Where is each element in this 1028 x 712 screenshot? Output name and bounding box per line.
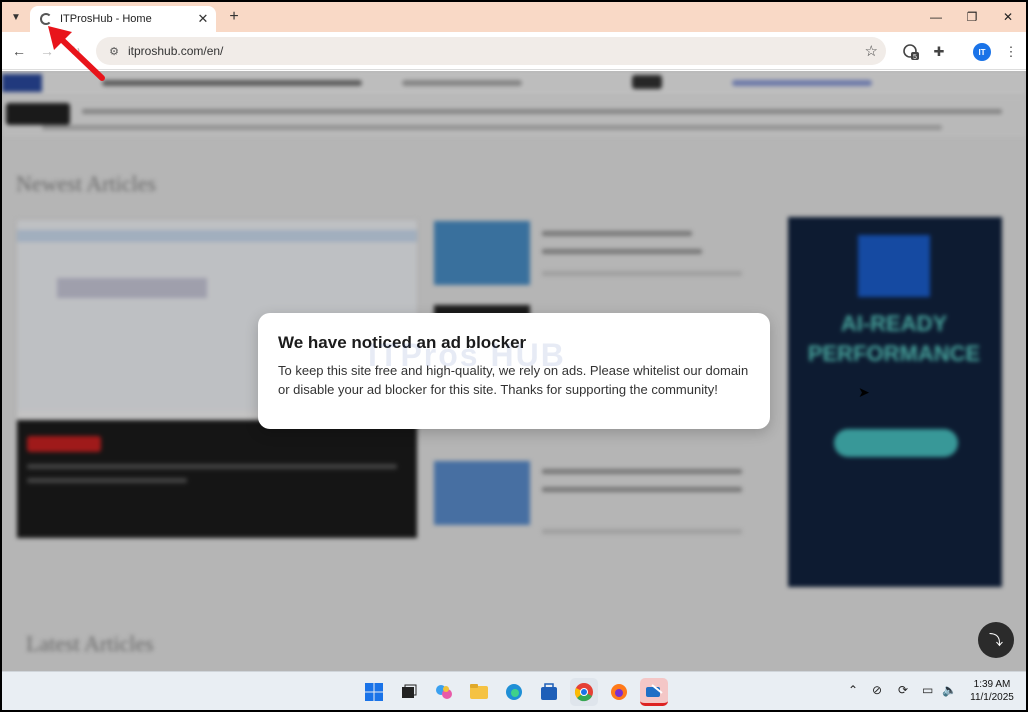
store-button[interactable] xyxy=(535,678,563,706)
chevron-down-icon: ▼ xyxy=(11,11,21,23)
firefox-icon xyxy=(611,684,627,700)
windows-logo-icon xyxy=(365,683,383,701)
edge-icon xyxy=(506,684,522,700)
snipping-tool-icon xyxy=(646,683,663,697)
snipping-tool-button[interactable] xyxy=(640,678,668,706)
store-icon xyxy=(541,683,557,700)
extension-badge-icon: 5 xyxy=(903,44,919,61)
network-off-icon[interactable]: ⊘ xyxy=(872,683,882,697)
windows-taskbar: ⌃ ⊘ ⟳ ▭ 🔈 1:39 AM 11/1/2025 xyxy=(2,671,1026,710)
annotation-arrow-icon xyxy=(48,26,105,81)
chevron-up-icon[interactable]: ⌃ xyxy=(848,683,858,697)
chrome-button[interactable] xyxy=(570,678,598,706)
kebab-menu-icon: ⋮ xyxy=(1004,44,1018,59)
puzzle-icon: ✚ xyxy=(933,44,945,59)
scroll-button[interactable]: ⤵ xyxy=(978,622,1014,658)
start-button[interactable] xyxy=(360,678,388,706)
task-view-icon xyxy=(402,684,417,698)
extension-badge-count: 5 xyxy=(913,54,917,61)
copilot-button[interactable] xyxy=(430,678,458,706)
restore-button[interactable]: ❐ xyxy=(954,2,990,32)
watermark-logo: ITPros HUB xyxy=(368,337,566,373)
speaker-icon[interactable]: 🔈 xyxy=(942,683,957,697)
system-clock[interactable]: 1:39 AM 11/1/2025 xyxy=(962,678,1022,704)
url-text: itproshub.com/en/ xyxy=(128,44,224,58)
plus-icon: + xyxy=(229,8,239,25)
copilot-icon xyxy=(436,685,452,699)
scroll-icon: ⤵ xyxy=(989,632,1003,648)
profile-avatar[interactable]: IT xyxy=(973,43,991,61)
ad-blocker-modal: ITPros HUB We have noticed an ad blocker… xyxy=(258,313,770,429)
tab-search-button[interactable]: ▼ xyxy=(6,7,26,27)
browser-toolbar: ← → ↻ ⚙ itproshub.com/en/ ☆ 5 ✚ IT ⋮ xyxy=(2,32,1026,70)
clock-date: 11/1/2025 xyxy=(970,692,1014,703)
arrow-left-icon: ← xyxy=(12,43,26,59)
close-window-button[interactable]: ✕ xyxy=(990,2,1026,32)
edge-button[interactable] xyxy=(500,678,528,706)
task-view-button[interactable] xyxy=(395,678,423,706)
clock-time: 1:39 AM xyxy=(973,679,1011,690)
minimize-button[interactable]: — xyxy=(918,2,954,32)
back-button[interactable]: ← xyxy=(9,41,29,61)
address-bar[interactable]: ⚙ itproshub.com/en/ ☆ xyxy=(96,37,886,65)
extensions-button[interactable]: ✚ xyxy=(928,41,950,63)
extension-button[interactable]: 5 xyxy=(900,41,922,63)
tab-strip: ▼ ITProsHub - Home ✕ + — ❐ ✕ xyxy=(2,2,1026,32)
new-tab-button[interactable]: + xyxy=(224,7,244,27)
display-icon[interactable]: ▭ xyxy=(922,683,933,697)
mouse-cursor-icon: ➤ xyxy=(858,384,870,400)
browser-menu-button[interactable]: ⋮ xyxy=(1000,41,1022,63)
firefox-button[interactable] xyxy=(605,678,633,706)
tab-close-button[interactable]: ✕ xyxy=(194,11,212,27)
sync-icon[interactable]: ⟳ xyxy=(898,683,908,697)
chrome-icon xyxy=(574,683,593,702)
folder-icon xyxy=(470,684,488,699)
browser-window: ▼ ITProsHub - Home ✕ + — ❐ ✕ ← → ↻ ⚙ itp… xyxy=(2,2,1026,710)
bookmark-star-icon[interactable]: ☆ xyxy=(865,42,878,60)
file-explorer-button[interactable] xyxy=(465,678,493,706)
